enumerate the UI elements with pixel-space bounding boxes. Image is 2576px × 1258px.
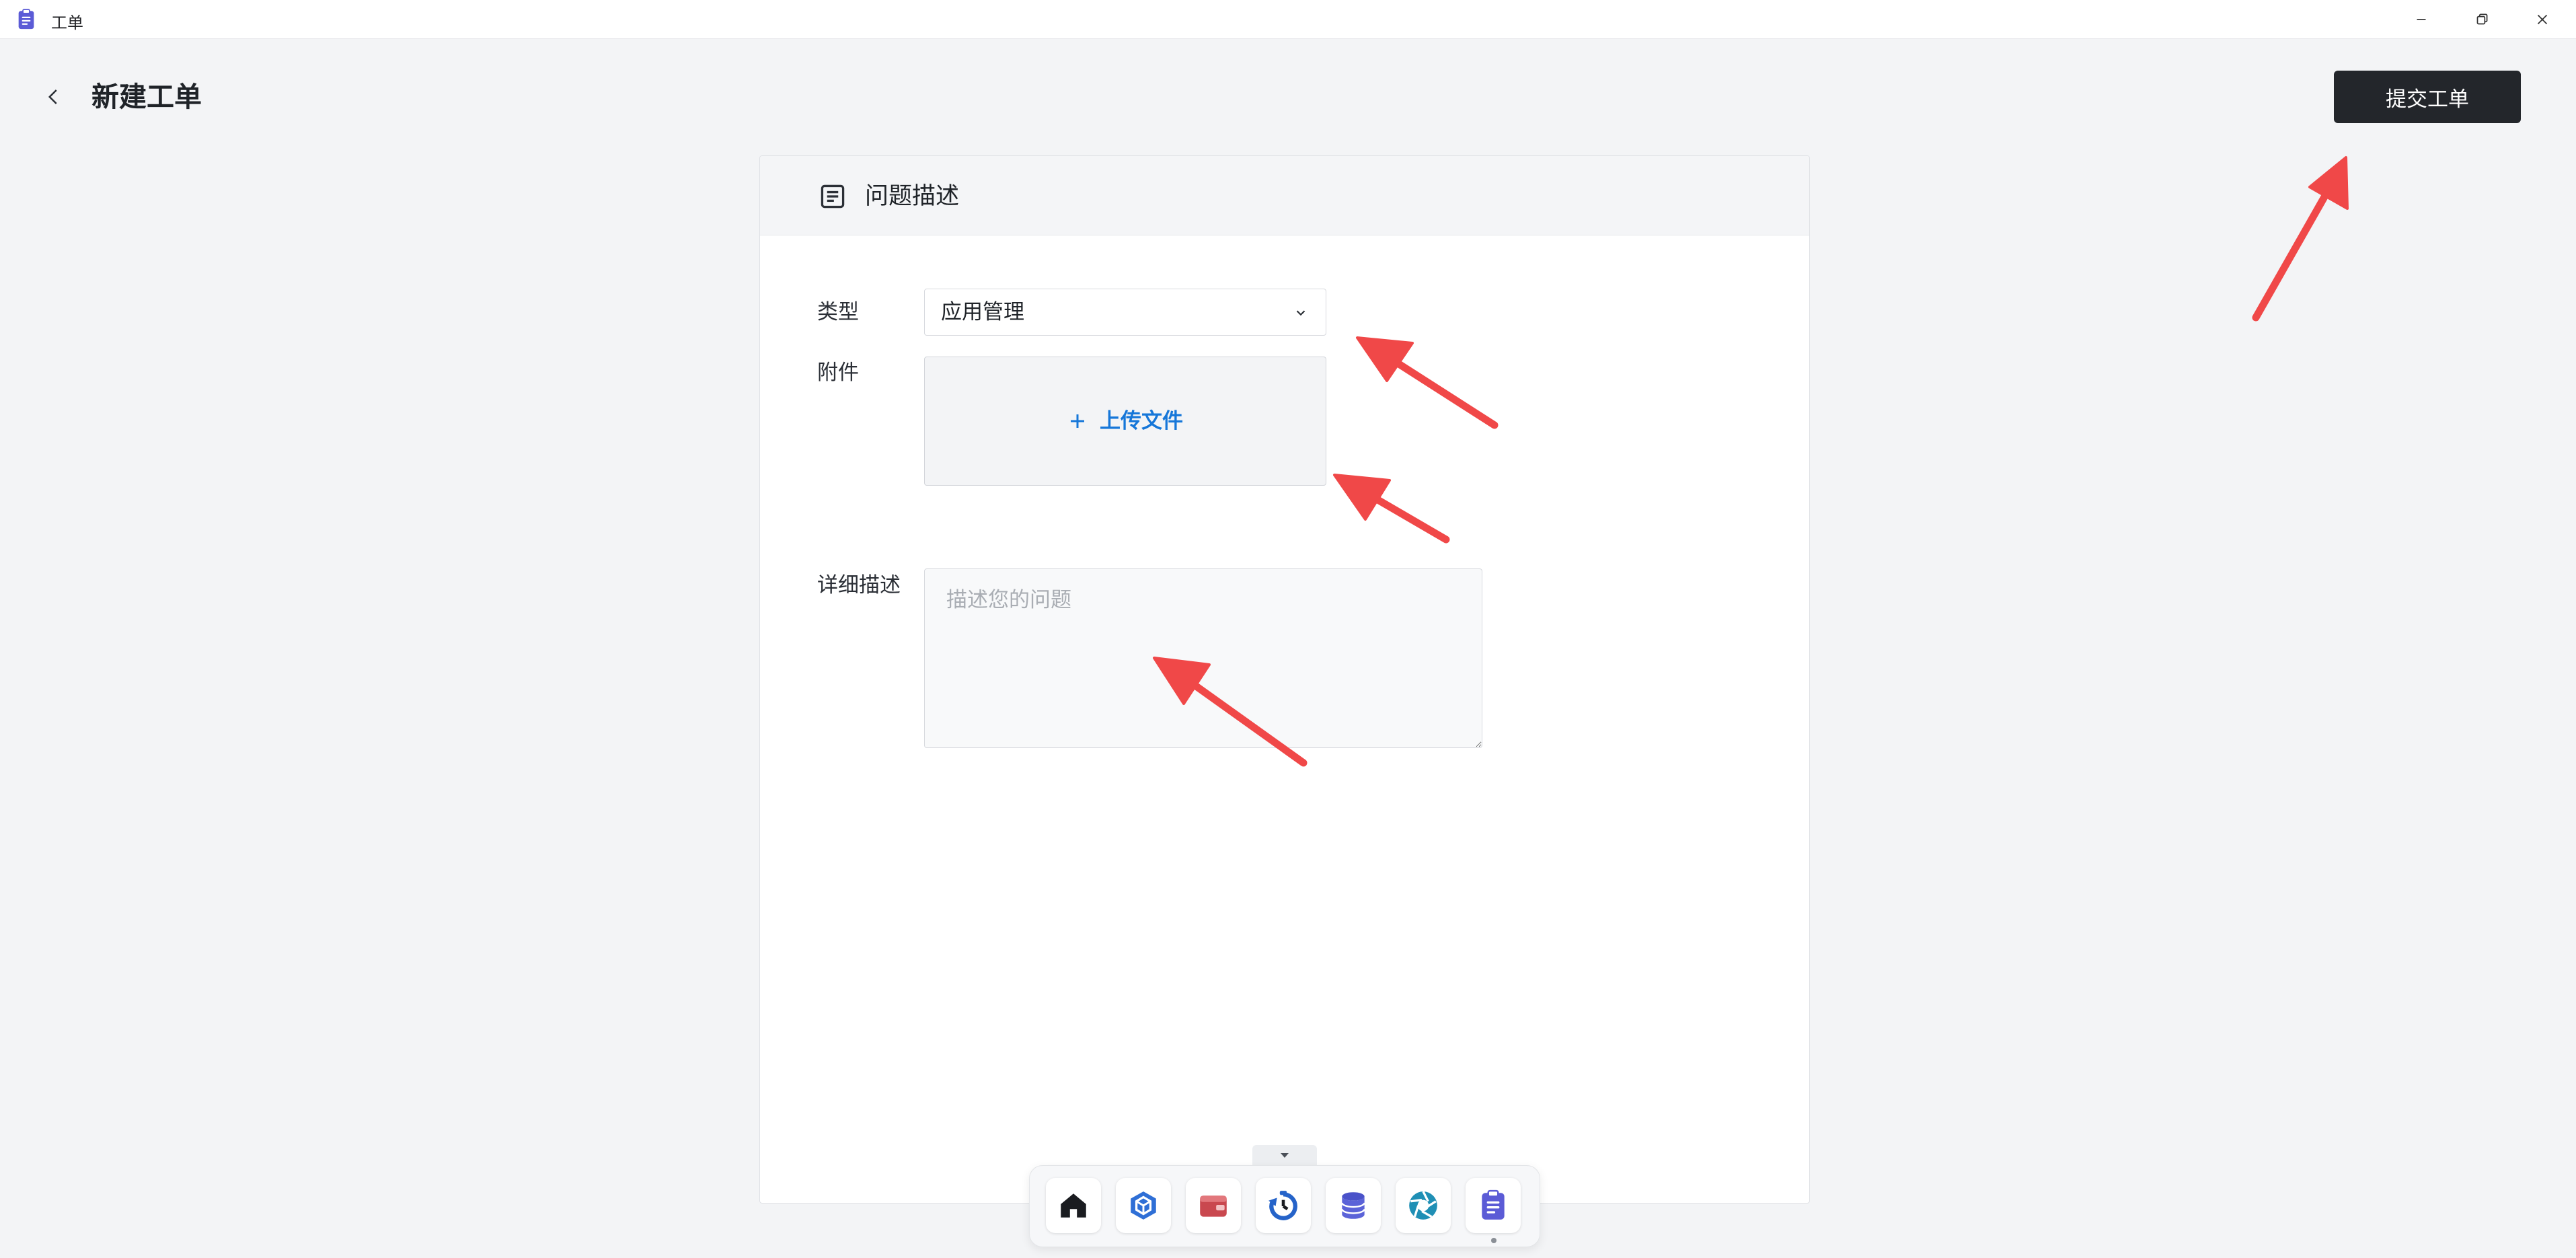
- window-titlebar: 工单: [0, 0, 2576, 39]
- annotation-arrow: [2252, 176, 2338, 322]
- submit-ticket-button[interactable]: 提交工单: [2334, 71, 2521, 123]
- chevron-left-icon: [48, 89, 57, 104]
- clipboard-icon: [18, 9, 34, 30]
- backup-icon: [1268, 1191, 1297, 1220]
- plus-icon: [1071, 414, 1084, 428]
- active-app-indicator: [1491, 1238, 1497, 1243]
- back-button[interactable]: [38, 81, 70, 113]
- annotation-arrow-head: [2308, 156, 2349, 210]
- card-header: 问题描述: [760, 156, 1809, 235]
- package-icon: [1131, 1191, 1156, 1220]
- close-icon: [2537, 14, 2548, 25]
- dock-item-home[interactable]: [1046, 1178, 1101, 1233]
- upload-file-area[interactable]: 上传文件: [924, 357, 1326, 486]
- restore-icon: [2476, 13, 2488, 25]
- type-select[interactable]: 应用管理: [924, 289, 1326, 336]
- restore-button[interactable]: [2458, 5, 2505, 34]
- dock-toggle-button[interactable]: [1252, 1145, 1317, 1165]
- clipboard-icon: [1482, 1189, 1505, 1220]
- minimize-icon: [2417, 19, 2426, 20]
- window-title: 工单: [51, 13, 83, 32]
- type-select-value: 应用管理: [941, 300, 1024, 324]
- home-icon: [1061, 1193, 1086, 1218]
- close-button[interactable]: [2519, 5, 2566, 34]
- dock-item-ticket[interactable]: [1466, 1178, 1521, 1233]
- dock-item-backup[interactable]: [1256, 1178, 1311, 1233]
- dock-item-aperture[interactable]: [1396, 1178, 1451, 1233]
- attachment-label: 附件: [817, 361, 859, 385]
- dock-item-apps[interactable]: [1116, 1178, 1171, 1233]
- chevron-down-icon: [1296, 310, 1305, 316]
- detail-label: 详细描述: [817, 573, 901, 597]
- minimize-button[interactable]: [2398, 5, 2445, 34]
- dock-item-wallet[interactable]: [1186, 1178, 1241, 1233]
- page-title: 新建工单: [91, 81, 202, 113]
- detail-description-input[interactable]: [924, 568, 1482, 748]
- database-icon: [1341, 1192, 1365, 1219]
- upload-file-button[interactable]: 上传文件: [1067, 406, 1183, 436]
- aperture-icon: [1409, 1191, 1437, 1220]
- card-title: 问题描述: [865, 183, 960, 210]
- upload-file-label: 上传文件: [1100, 409, 1183, 433]
- dock-item-database[interactable]: [1326, 1178, 1381, 1233]
- type-label: 类型: [817, 300, 859, 324]
- document-icon: [821, 184, 845, 209]
- wallet-icon: [1200, 1195, 1227, 1217]
- caret-down-icon: [1281, 1153, 1289, 1158]
- dock: [1029, 1165, 1540, 1247]
